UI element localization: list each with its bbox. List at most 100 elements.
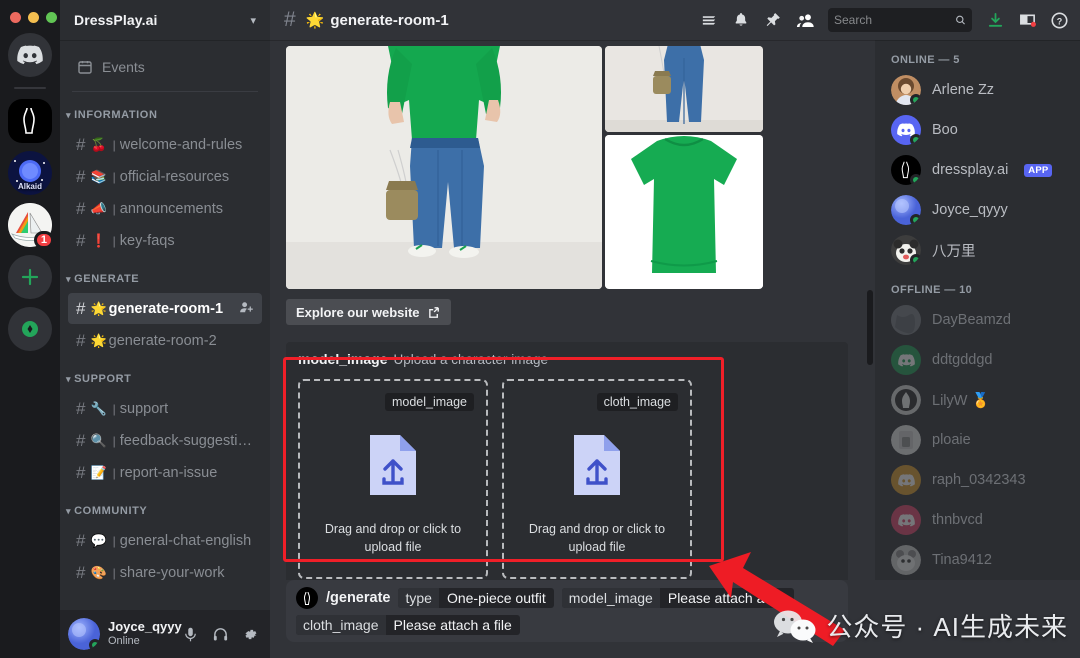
member-name: LilyW 🏅	[932, 392, 990, 409]
minimize-window-button[interactable]	[28, 12, 39, 23]
close-window-button[interactable]	[10, 12, 21, 23]
channel-share-your-work[interactable]: # 🎨 | share-your-work	[68, 557, 262, 588]
command-param-type[interactable]: type One-piece outfit	[398, 588, 554, 608]
search-input[interactable]	[834, 13, 956, 27]
message-command-bar[interactable]: /generate type One-piece outfit model_im…	[286, 580, 848, 642]
category-community[interactable]: ▾ COMMUNITY	[60, 498, 270, 524]
channel-generate-room-1[interactable]: # 🌟 generate-room-1	[68, 293, 262, 324]
svg-text:?: ?	[1056, 16, 1062, 26]
channel-emoji: 🎨	[90, 564, 107, 580]
channel-key-faqs[interactable]: # ❗ | key-faqs	[68, 225, 262, 256]
channel-welcome-and-rules[interactable]: # 🍒 | welcome-and-rules	[68, 129, 262, 160]
member-row-boo[interactable]: Boo	[883, 110, 1072, 150]
member-row-raph[interactable]: raph_0342343	[883, 460, 1072, 500]
category-support[interactable]: ▾ SUPPORT	[60, 366, 270, 392]
member-list-toggle-icon[interactable]	[792, 7, 818, 33]
inbox-download-icon[interactable]	[982, 7, 1008, 33]
channel-generate-room-2[interactable]: # 🌟 generate-room-2	[68, 325, 262, 356]
create-invite-icon[interactable]	[239, 300, 254, 318]
members-glyph	[796, 13, 814, 27]
member-row-ddtgddgd[interactable]: ddtgddgd	[883, 340, 1072, 380]
mute-microphone-button[interactable]	[179, 621, 201, 647]
pinned-messages-icon[interactable]	[760, 7, 786, 33]
explore-website-button[interactable]: Explore our website	[286, 299, 451, 325]
command-param-cloth-image[interactable]: cloth_image Please attach a file	[296, 615, 520, 635]
dress-logo-icon	[23, 107, 35, 134]
model-photo	[286, 46, 602, 289]
upload-file-icon	[572, 433, 622, 502]
channel-emoji: 🌟	[90, 300, 107, 316]
discord-avatar-icon	[897, 473, 915, 486]
member-row-daybeamzd[interactable]: DayBeamzd	[883, 300, 1072, 340]
member-row-arlene[interactable]: Arlene Zz	[883, 70, 1072, 110]
gallery-image-model-full[interactable]	[286, 46, 602, 289]
server-icon-alkaid[interactable]: Alkaid	[8, 151, 52, 195]
microphone-icon	[184, 627, 196, 641]
command-param-model-image-value: Please attach a file	[667, 590, 787, 606]
dropzone-cloth-image[interactable]: cloth_image Drag and drop or click to up…	[502, 379, 692, 579]
main-content: # 🌟 generate-room-1 Search ? Explore our…	[270, 0, 1080, 658]
command-param-type-value: One-piece outfit	[446, 590, 546, 606]
discord-home-button[interactable]	[8, 33, 52, 77]
channel-emoji: 💬	[90, 532, 107, 548]
user-settings-button[interactable]	[240, 621, 262, 647]
dropzone-model-image-text: Drag and drop or click to upload file	[324, 522, 462, 555]
notification-bell-icon[interactable]	[728, 7, 754, 33]
discord-window: Alkaid 1 DressPlay.ai ▾ Events ▾ INFORMA…	[0, 0, 1080, 658]
help-icon[interactable]: ?	[1046, 7, 1072, 33]
avatar	[891, 305, 921, 335]
member-row-joyce[interactable]: Joyce_qyyy	[883, 190, 1072, 230]
body-row: Explore our website model_image Upload a …	[270, 40, 1080, 580]
member-list-offline-header: OFFLINE — 10	[891, 284, 973, 296]
member-row-bawanli[interactable]: 八万里	[883, 230, 1072, 270]
maximize-window-button[interactable]	[46, 12, 57, 23]
avatar[interactable]	[68, 618, 100, 650]
server-icon-sailboat[interactable]: 1	[8, 203, 54, 249]
channel-general-chat-english[interactable]: # 💬 | general-chat-english	[68, 525, 262, 556]
channel-support[interactable]: # 🔧 | support	[68, 393, 262, 424]
gallery-image-cloth[interactable]	[605, 135, 763, 289]
search-box[interactable]	[828, 8, 972, 32]
channel-feedback-suggestions[interactable]: # 🔍 | feedback-suggestio…	[68, 425, 262, 456]
server-icon-dressplay[interactable]	[8, 99, 52, 143]
member-row-ploaie[interactable]: ploaie	[883, 420, 1072, 460]
member-row-thnbvcd[interactable]: thnbvcd	[883, 500, 1072, 540]
pipe-separator: |	[112, 401, 116, 416]
category-information[interactable]: ▾ INFORMATION	[60, 102, 270, 128]
download-glyph	[988, 12, 1002, 27]
message-scroller[interactable]: Explore our website model_image Upload a …	[270, 40, 875, 580]
rail-divider	[14, 87, 46, 89]
explore-servers-button[interactable]	[8, 307, 52, 351]
user-meta: Joyce_qyyy Online	[108, 619, 182, 648]
avatar	[891, 545, 921, 575]
member-row-tina9412[interactable]: Tina9412	[883, 540, 1072, 580]
channel-emoji: 🔍	[90, 432, 107, 448]
deafen-button[interactable]	[209, 621, 231, 647]
gallery-image-model-crop[interactable]	[605, 46, 763, 133]
channel-announcements[interactable]: # 📣 | announcements	[68, 193, 262, 224]
guild-header-dropdown[interactable]: DressPlay.ai ▾	[60, 0, 270, 40]
member-name: dressplay.ai	[932, 162, 1009, 178]
model-crop-photo	[605, 46, 763, 133]
compass-icon	[22, 321, 38, 337]
hash-icon: #	[76, 430, 86, 450]
sidebar-item-events[interactable]: Events	[68, 51, 262, 83]
dropzone-model-image[interactable]: model_image Drag and drop or click to up…	[298, 379, 488, 579]
member-row-dressplay-bot[interactable]: dressplay.ai APP	[883, 150, 1072, 190]
pipe-separator: |	[112, 201, 116, 216]
channel-label: official-resources	[119, 168, 230, 185]
pipe-separator: |	[112, 233, 116, 248]
member-row-lilyw[interactable]: LilyW 🏅	[883, 380, 1072, 420]
user-status: Online	[108, 635, 140, 648]
hash-icon: #	[76, 166, 86, 186]
threads-glyph	[702, 15, 715, 25]
command-param-model-image[interactable]: model_image Please attach a file	[561, 588, 795, 608]
user-name: Joyce_qyyy	[108, 619, 182, 635]
add-server-button[interactable]	[8, 255, 52, 299]
message-scrollbar-thumb[interactable]	[867, 290, 873, 365]
channel-report-an-issue[interactable]: # 📝 | report-an-issue	[68, 457, 262, 488]
category-generate[interactable]: ▾ GENERATE	[60, 266, 270, 292]
channel-official-resources[interactable]: # 📚 | official-resources	[68, 161, 262, 192]
threads-icon[interactable]	[696, 7, 722, 33]
inbox-icon[interactable]	[1014, 7, 1040, 33]
